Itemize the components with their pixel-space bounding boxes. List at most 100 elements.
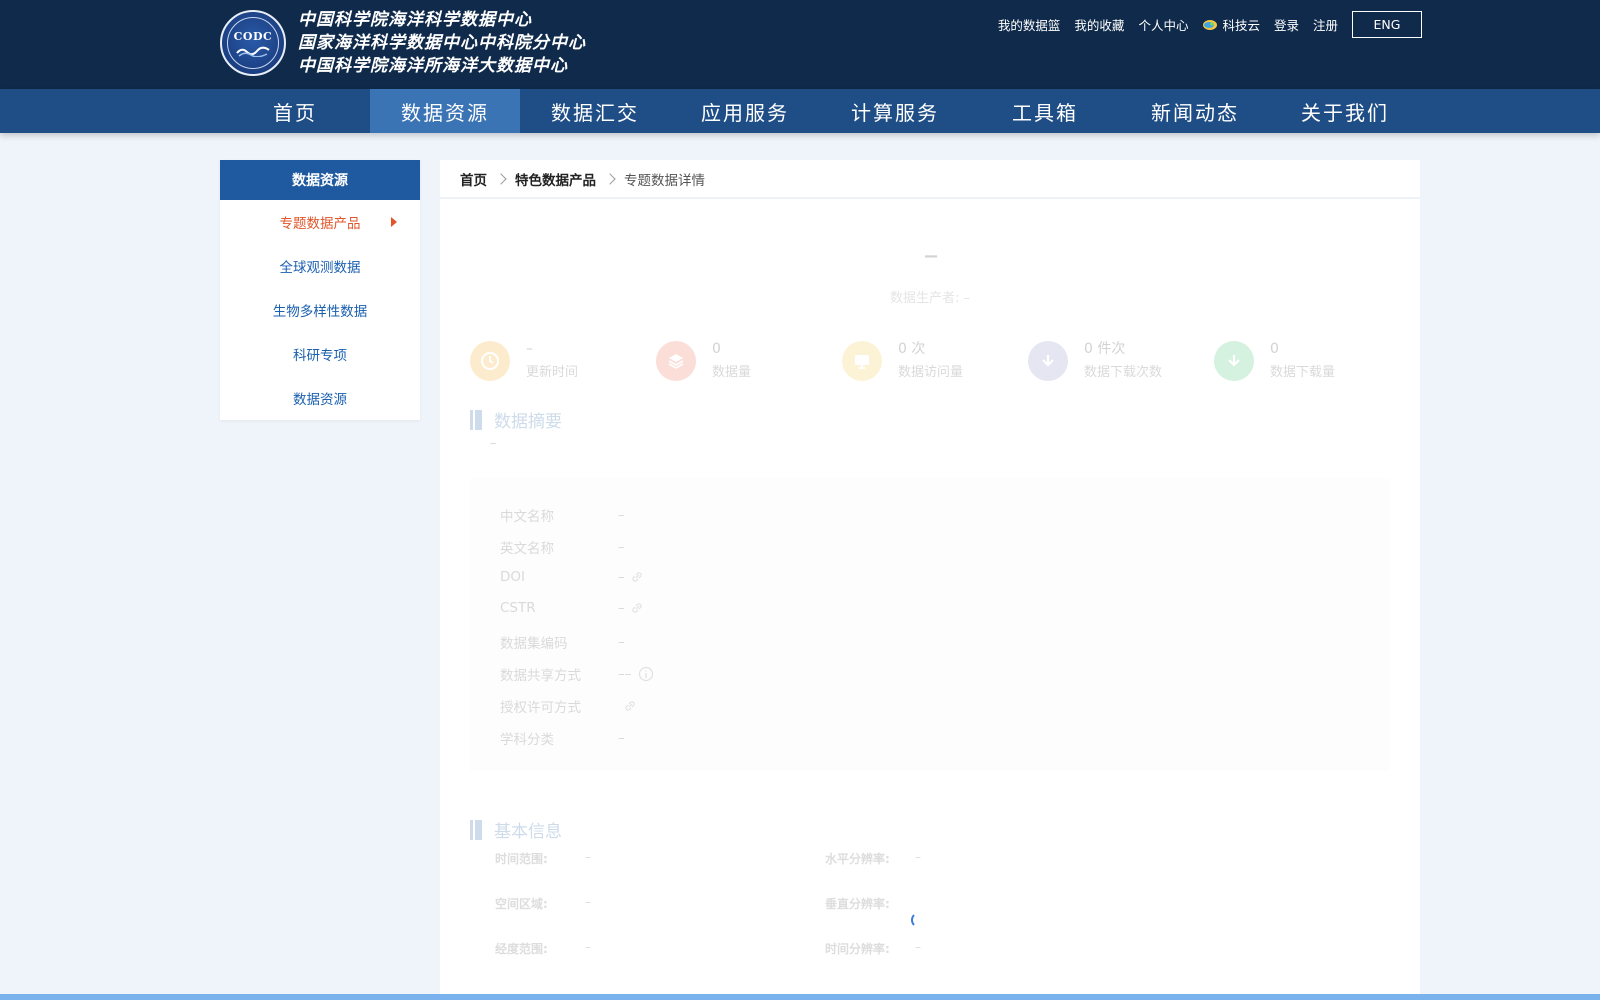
basic-key: 时间范围: [495,852,548,866]
sidebar-item-global-observation[interactable]: 全球观测数据 [220,244,420,288]
info-key: CSTR [500,600,536,616]
download-icon [1028,341,1068,381]
nav-computing-services[interactable]: 计算服务 [820,89,970,133]
info-key: 数据共享方式 [500,668,581,684]
chevron-right-icon [604,172,616,185]
login-link[interactable]: 登录 [1274,15,1299,34]
basic-key: 时间分辨率: [825,942,890,956]
info-value-wrap [618,696,636,716]
basic-time-range: 时间范围: – [495,850,591,867]
basic-horizontal-resolution: 水平分辨率: – [825,850,921,867]
stat-label: 更新时间 [526,365,579,380]
data-producer: 数据生产者: – [440,287,1420,306]
info-key: DOI [500,569,526,585]
nav-application-services[interactable]: 应用服务 [670,89,820,133]
nav-home[interactable]: 首页 [220,89,370,133]
basic-key: 空间区域: [495,897,548,911]
info-row-sharing-method: 数据共享方式 –– [500,664,654,684]
nav-toolbox[interactable]: 工具箱 [970,89,1120,133]
abstract-text: – [490,436,497,451]
stat-update-time: – 更新时间 [470,336,656,386]
layers-icon [656,341,696,381]
info-key: 数据集编码 [500,636,568,652]
codc-logo[interactable]: CODC [220,10,286,76]
basic-longitude-range: 经度范围: – [495,940,591,957]
info-icon[interactable] [638,666,654,682]
org-name-3: 中国科学院海洋所海洋大数据中心 [298,56,568,76]
info-value: – [618,539,625,555]
stat-value: 0 次 [898,341,926,357]
breadcrumb-current: 专题数据详情 [624,172,705,189]
basic-value: – [915,940,921,954]
stat-label: 数据下载次数 [1084,365,1163,380]
info-row-doi: DOI – [500,569,643,585]
info-row-english-name: 英文名称 – [500,537,625,557]
basic-vertical-resolution: 垂直分辨率: [825,895,915,912]
link-icon[interactable] [631,571,643,583]
info-value: –– [618,666,632,682]
link-icon[interactable] [624,700,636,712]
section-bar-icon [470,409,482,430]
breadcrumb-featured-products[interactable]: 特色数据产品 [515,169,596,189]
abstract-section-header: 数据摘要 [470,407,562,432]
org-name-1: 中国科学院海洋科学数据中心 [298,10,532,30]
producer-value: – [963,291,971,306]
info-value: – [618,730,625,746]
info-value-wrap: – [618,569,643,585]
caret-right-icon [391,217,397,227]
personal-center-link[interactable]: 个人中心 [1138,15,1188,34]
info-row-cstr: CSTR – [500,600,643,616]
stat-label: 数据下载量 [1270,365,1336,380]
info-row-chinese-name: 中文名称 – [500,505,625,525]
stat-value: – [526,341,533,357]
stat-data-volume: 0 数据量 [656,336,842,386]
chevron-right-icon [495,172,507,185]
breadcrumb: 首页 特色数据产品 专题数据详情 [440,160,1420,199]
nav-data-submission[interactable]: 数据汇交 [520,89,670,133]
info-key: 中文名称 [500,509,554,525]
sidebar-item-thematic-products[interactable]: 专题数据产品 [220,200,420,244]
basic-info-section-header: 基本信息 [470,817,562,842]
organization-names: 中国科学院海洋科学数据中心 国家海洋科学数据中心中科院分中心 中国科学院海洋所海… [298,9,586,78]
language-switch-button[interactable]: ENG [1352,11,1422,38]
info-row-license: 授权许可方式 [500,696,636,716]
sidebar-item-data-resources[interactable]: 数据资源 [220,376,420,420]
main-navigation: 首页 数据资源 数据汇交 应用服务 计算服务 工具箱 新闻动态 关于我们 [0,89,1600,133]
nav-data-resources[interactable]: 数据资源 [370,89,520,133]
basic-key: 垂直分辨率: [825,897,890,911]
logo-text: CODC [233,29,273,43]
basic-value: – [585,895,591,909]
tech-cloud-icon [1203,19,1218,30]
info-key: 学科分类 [500,732,554,748]
stats-row: – 更新时间 0 数据量 0 次 数据访问量 0 件次 数据下载次数 0 数据下… [470,336,1400,386]
sidebar-item-research-projects[interactable]: 科研专项 [220,332,420,376]
breadcrumb-home[interactable]: 首页 [460,169,487,189]
section-bar-icon [470,819,482,840]
sidebar-title: 数据资源 [220,160,420,200]
my-data-basket-link[interactable]: 我的数据篮 [998,15,1061,34]
org-name-2: 国家海洋科学数据中心中科院分中心 [298,33,586,53]
register-link[interactable]: 注册 [1313,15,1338,34]
stat-label: 数据访问量 [898,365,964,380]
basic-key: 经度范围: [495,942,548,956]
sidebar: 数据资源 专题数据产品 全球观测数据 生物多样性数据 科研专项 数据资源 [220,160,420,420]
bottom-progress-bar [0,994,1600,1000]
loading-spinner-icon [911,912,927,928]
my-favorites-link[interactable]: 我的收藏 [1074,15,1124,34]
sidebar-item-biodiversity[interactable]: 生物多样性数据 [220,288,420,332]
stat-value: 0 [1270,341,1279,357]
tech-cloud-label: 科技云 [1222,18,1260,33]
basic-value: – [585,850,591,864]
info-value: – [618,507,625,523]
basic-value: – [915,850,921,864]
nav-about-us[interactable]: 关于我们 [1270,89,1420,133]
monitor-icon [842,341,882,381]
info-value: – [618,634,625,650]
nav-news[interactable]: 新闻动态 [1120,89,1270,133]
basic-spatial-region: 空间区域: – [495,895,591,912]
info-value-wrap: –– [618,664,654,684]
tech-cloud-link[interactable]: 科技云 [1202,15,1260,34]
stat-visits: 0 次 数据访问量 [842,336,1028,386]
abstract-title: 数据摘要 [494,412,562,432]
link-icon[interactable] [631,602,643,614]
